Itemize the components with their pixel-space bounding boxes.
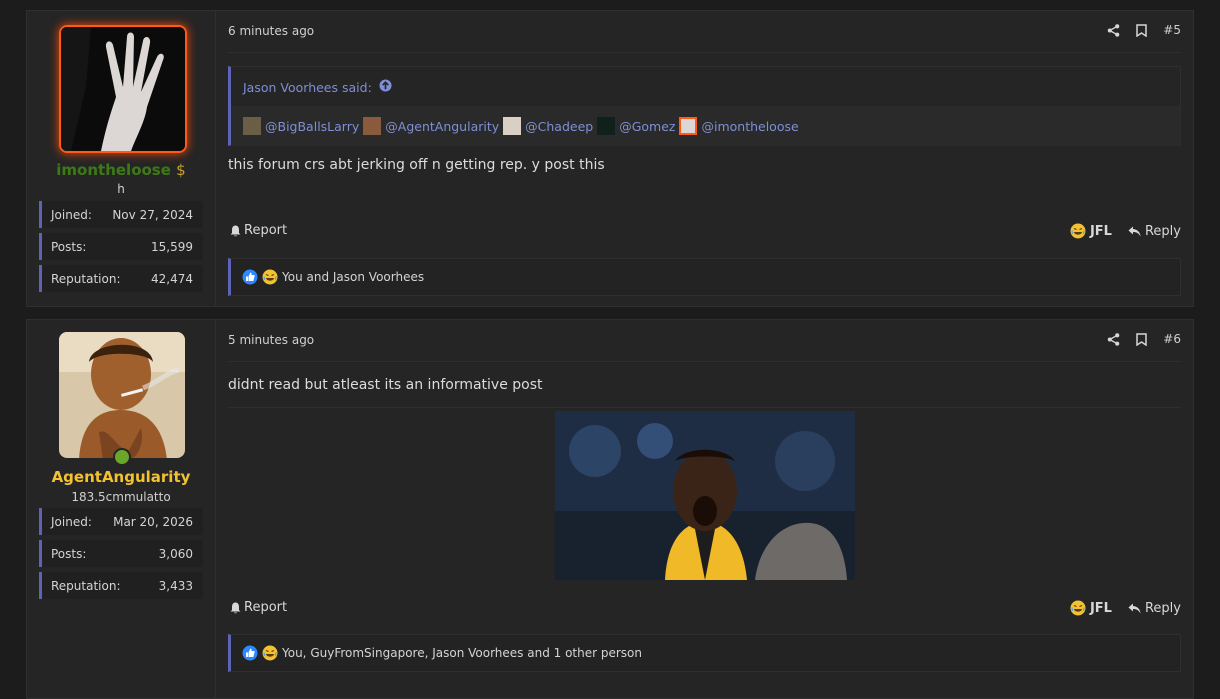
reactions-bar[interactable]: You, GuyFromSingapore, Jason Voorhees an… [228, 634, 1181, 672]
quote-block: Jason Voorhees said: @BigBallsLarry @Age… [228, 66, 1181, 146]
mention-link[interactable]: @AgentAngularity [385, 119, 499, 134]
post-image[interactable] [555, 411, 855, 580]
jfl-reaction-button[interactable]: JFL [1070, 223, 1112, 239]
share-icon[interactable] [1107, 332, 1120, 346]
stat-posts: Posts: 3,060 [39, 540, 203, 567]
post-number[interactable]: #6 [1163, 332, 1181, 346]
bookmark-icon[interactable] [1136, 23, 1148, 37]
bookmark-icon[interactable] [1136, 332, 1148, 346]
reply-label: Reply [1144, 600, 1181, 616]
user-avatar[interactable] [59, 25, 187, 153]
report-label: Report [244, 600, 288, 615]
stat-value: Mar 20, 2026 [113, 514, 193, 529]
like-icon [242, 645, 258, 661]
username-text: imontheloose [56, 161, 171, 179]
mention-avatar [243, 117, 261, 135]
mention-link[interactable]: @BigBallsLarry [265, 119, 359, 134]
stat-label: Reputation: [51, 578, 121, 593]
stat-label: Joined: [51, 514, 92, 529]
stat-label: Reputation: [51, 271, 121, 286]
bell-icon [230, 602, 241, 613]
username[interactable]: AgentAngularity [27, 468, 215, 486]
reaction-actions: JFL Reply [1070, 223, 1181, 239]
laugh-emoji-icon [1070, 223, 1086, 239]
stat-value: 3,433 [158, 578, 193, 593]
dollar-badge: $ [176, 161, 186, 179]
mention-avatar [503, 117, 522, 135]
post-message: this forum crs abt jerking off n getting… [228, 157, 605, 173]
post-header-actions: #5 [1107, 23, 1181, 37]
mention-link[interactable]: @imontheloose [701, 119, 798, 134]
reply-label: Reply [1144, 223, 1181, 239]
stat-value: 15,599 [151, 239, 193, 254]
post-action-bar: Report JFL Reply [228, 223, 1181, 243]
stat-value: 3,060 [158, 546, 193, 561]
reply-button[interactable]: Reply [1128, 224, 1181, 239]
jfl-reaction-button[interactable]: JFL [1070, 600, 1112, 616]
user-title: 183.5cmmulatto [71, 490, 171, 504]
post-header: 5 minutes ago #6 [228, 320, 1181, 362]
user-cell: AgentAngularity 183.5cmmulatto Joined: M… [27, 320, 216, 698]
username[interactable]: imontheloose $ [27, 161, 215, 179]
post-5: imontheloose $ h Joined: Nov 27, 2024 Po… [26, 10, 1194, 307]
quote-header[interactable]: Jason Voorhees said: [243, 79, 392, 95]
user-title: h [117, 182, 125, 196]
post-main: 6 minutes ago #5 Jason Voorhees said: @B… [228, 11, 1181, 306]
laugh-emoji-icon [262, 269, 278, 285]
post-time[interactable]: 6 minutes ago [228, 24, 314, 38]
stat-label: Joined: [51, 207, 92, 222]
user-cell: imontheloose $ h Joined: Nov 27, 2024 Po… [27, 11, 216, 306]
post-header: 6 minutes ago #5 [228, 11, 1181, 53]
post-6: AgentAngularity 183.5cmmulatto Joined: M… [26, 319, 1194, 699]
reply-button[interactable]: Reply [1128, 601, 1181, 616]
message-divider [228, 407, 1181, 408]
arrow-up-circle-icon[interactable] [379, 79, 392, 95]
laugh-emoji-icon [262, 645, 278, 661]
reactions-text[interactable]: You and Jason Voorhees [282, 270, 424, 284]
report-label: Report [244, 223, 288, 238]
mention-link[interactable]: @Chadeep [525, 119, 593, 134]
jfl-label: JFL [1089, 600, 1112, 616]
report-button[interactable]: Report [230, 600, 287, 615]
jfl-label: JFL [1089, 223, 1112, 239]
like-icon [242, 269, 258, 285]
bell-icon [230, 225, 241, 236]
quote-body: @BigBallsLarry @AgentAngularity @Chadeep… [231, 106, 1180, 146]
mention-avatar [679, 117, 698, 135]
post-action-bar: Report JFL Reply [228, 600, 1181, 620]
stat-joined: Joined: Mar 20, 2026 [39, 508, 203, 535]
stat-label: Posts: [51, 239, 87, 254]
mention-avatar [597, 117, 616, 135]
stat-reputation: Reputation: 3,433 [39, 572, 203, 599]
mention-avatar [363, 117, 382, 135]
reply-icon [1128, 226, 1141, 236]
reactions-bar[interactable]: You and Jason Voorhees [228, 258, 1181, 296]
stat-value: 42,474 [151, 271, 193, 286]
laugh-emoji-icon [1070, 600, 1086, 616]
reactions-text[interactable]: You, GuyFromSingapore, Jason Voorhees an… [282, 646, 642, 660]
reaction-actions: JFL Reply [1070, 600, 1181, 616]
online-status-indicator [113, 448, 131, 466]
post-number[interactable]: #5 [1163, 23, 1181, 37]
stat-value: Nov 27, 2024 [112, 207, 193, 222]
user-stats: Joined: Mar 20, 2026 Posts: 3,060 Reputa… [39, 508, 203, 604]
post-header-actions: #6 [1107, 332, 1181, 346]
stat-label: Posts: [51, 546, 87, 561]
user-stats: Joined: Nov 27, 2024 Posts: 15,599 Reput… [39, 201, 203, 297]
post-main: 5 minutes ago #6 didnt read but atleast … [228, 320, 1181, 698]
reply-icon [1128, 603, 1141, 613]
stat-joined: Joined: Nov 27, 2024 [39, 201, 203, 228]
post-message: didnt read but atleast its an informativ… [228, 377, 543, 393]
quote-author: Jason Voorhees said: [243, 79, 372, 95]
stat-posts: Posts: 15,599 [39, 233, 203, 260]
mention-link[interactable]: @Gomez [619, 119, 675, 134]
post-time[interactable]: 5 minutes ago [228, 333, 314, 347]
stat-reputation: Reputation: 42,474 [39, 265, 203, 292]
report-button[interactable]: Report [230, 223, 287, 238]
user-avatar[interactable] [59, 332, 185, 458]
share-icon[interactable] [1107, 23, 1120, 37]
